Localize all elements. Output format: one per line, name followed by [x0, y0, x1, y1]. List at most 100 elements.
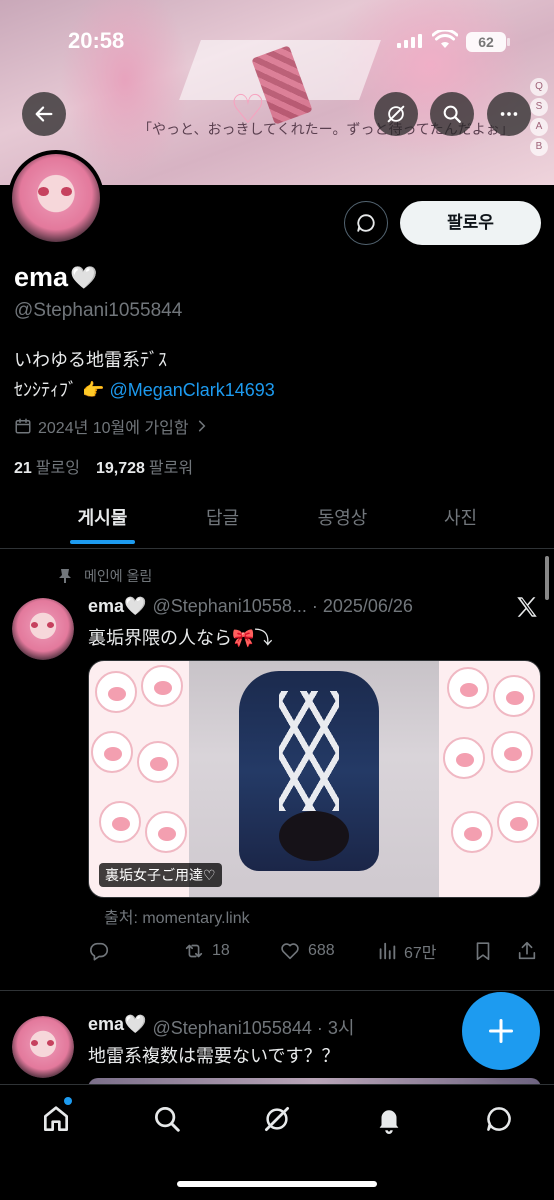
- tweet-actions: 18 688 67만: [88, 936, 544, 966]
- message-icon: [357, 214, 375, 232]
- joined-text: 2024년 10월에 가입함: [38, 420, 189, 437]
- tweet-author-name[interactable]: ema🤍: [88, 1014, 146, 1040]
- tweet-author-name[interactable]: ema🤍: [88, 596, 146, 617]
- wifi-icon: [432, 30, 458, 48]
- banner-side-labels: Q S A B: [530, 78, 548, 156]
- grok-button[interactable]: [374, 92, 418, 136]
- home-notification-dot: [64, 1097, 72, 1105]
- views-count: 67만: [404, 945, 437, 962]
- tweet-header: ema🤍 @Stephani10558... · 2025/06/26: [88, 596, 413, 617]
- avatar-image: [12, 1016, 74, 1078]
- tweet-avatar[interactable]: [12, 1016, 74, 1078]
- search-icon: [443, 105, 461, 123]
- tweet-text: 裏垢界隈の人なら🎀⤵︎: [88, 628, 273, 648]
- profile-handle: @Stephani1055844: [14, 300, 183, 321]
- chevron-right-icon: [198, 420, 206, 432]
- search-button[interactable]: [430, 92, 474, 136]
- retweet-icon: [185, 944, 203, 958]
- avatar-image: [12, 598, 74, 660]
- status-time: 20:58: [68, 28, 125, 53]
- like-button[interactable]: 688: [278, 936, 335, 966]
- bio-line-2: ｾﾝｼﾃｨﾌﾞ 👉 @MeganClark14693: [14, 376, 275, 402]
- message-button[interactable]: [344, 201, 388, 245]
- avatar-image: [12, 154, 100, 242]
- like-count: 688: [308, 942, 335, 959]
- back-button[interactable]: [22, 92, 66, 136]
- nav-search[interactable]: [147, 1099, 187, 1139]
- home-indicator[interactable]: [177, 1181, 377, 1187]
- banner-side-label: A: [530, 118, 548, 136]
- nav-grok[interactable]: [257, 1099, 297, 1139]
- media-source[interactable]: 출처: momentary.link: [104, 904, 250, 928]
- followers-link[interactable]: 19,728 팔로워: [96, 454, 193, 478]
- nav-home[interactable]: [36, 1099, 76, 1139]
- arrow-left-icon: [35, 106, 53, 122]
- battery-indicator: 62: [466, 32, 510, 52]
- retweet-button[interactable]: 18: [182, 936, 230, 966]
- tab-replies[interactable]: 답글: [190, 495, 255, 549]
- following-count: 21: [14, 460, 32, 477]
- views-button[interactable]: 67만: [376, 936, 437, 966]
- pinned-label: 메인에 올림: [58, 566, 152, 586]
- active-tab-indicator: [70, 540, 135, 544]
- plus-icon: [488, 1018, 514, 1044]
- bio-prefix: ｾﾝｼﾃｨﾌﾞ 👉: [14, 380, 105, 400]
- following-link[interactable]: 21 팔로잉: [14, 454, 80, 478]
- cellular-signal-icon: [397, 34, 422, 48]
- name-heart-emoji: 🤍: [70, 264, 98, 290]
- profile-tabs: 게시물 답글 동영상 사진: [0, 495, 554, 549]
- views-icon: [379, 942, 396, 960]
- paw-pattern-right: [439, 661, 539, 897]
- scrollbar-thumb[interactable]: [545, 556, 549, 600]
- display-name: ema 🤍: [14, 262, 97, 293]
- retweet-count: 18: [212, 942, 230, 959]
- bio-mention-link[interactable]: @MeganClark14693: [109, 380, 274, 400]
- status-bar: 20:58 62: [0, 26, 554, 56]
- tweet-handle-time[interactable]: @Stephani10558... · 2025/06/26: [152, 596, 412, 617]
- more-horizontal-icon: [500, 112, 518, 116]
- grok-icon: [387, 105, 405, 123]
- joined-date[interactable]: 2024년 10월에 가입함: [14, 414, 209, 438]
- banner-side-label: Q: [530, 78, 548, 96]
- followers-label: 팔로워: [148, 460, 194, 477]
- bottom-navigation: [0, 1084, 554, 1200]
- reply-icon: [89, 942, 109, 961]
- banner-quote: 「やっと、おっきしてくれたー。ずっと待ってたんだよぉ」: [138, 122, 514, 138]
- compose-button[interactable]: [462, 992, 540, 1070]
- nav-messages[interactable]: [479, 1099, 519, 1139]
- profile-avatar[interactable]: [8, 150, 104, 246]
- bookmark-button[interactable]: [472, 936, 494, 966]
- bookmark-icon: [476, 942, 490, 961]
- tab-photos[interactable]: 사진: [428, 495, 493, 549]
- tweet-avatar[interactable]: [12, 598, 74, 660]
- bell-icon: [379, 1110, 399, 1134]
- pinned-text: 메인에 올림: [84, 568, 153, 584]
- banner-side-label: S: [530, 98, 548, 116]
- tweet-handle-time[interactable]: @Stephani1055844 · 3시: [152, 1014, 354, 1040]
- media-caption: 裏垢女子ご用達♡: [99, 863, 222, 887]
- photo-hair: [279, 811, 349, 861]
- reply-button[interactable]: [88, 936, 110, 966]
- more-button[interactable]: [487, 92, 531, 136]
- banner-side-label: B: [530, 138, 548, 156]
- home-icon: [44, 1106, 68, 1131]
- nav-notifications[interactable]: [369, 1099, 409, 1139]
- bio-line-1: いわゆる地雷系ﾃﾞｽ: [14, 350, 167, 370]
- x-logo-icon: [517, 597, 537, 617]
- share-button[interactable]: [516, 936, 538, 966]
- share-icon: [518, 941, 536, 960]
- display-name-text: ema: [14, 262, 69, 292]
- photo-apron: [279, 691, 339, 811]
- tweet-media[interactable]: 裏垢女子ご用達♡: [88, 660, 541, 898]
- grok-icon: [265, 1107, 289, 1131]
- follow-stats: 21 팔로잉 19,728 팔로워: [14, 454, 193, 478]
- tweet-text: 地雷系複数は需要ないです？？: [88, 1046, 340, 1066]
- pin-icon: [59, 569, 71, 583]
- followers-count: 19,728: [95, 460, 145, 477]
- follow-button[interactable]: 팔로우: [400, 201, 541, 245]
- following-label: 팔로잉: [35, 460, 80, 477]
- calendar-icon: [15, 418, 31, 434]
- message-icon: [487, 1107, 511, 1131]
- tab-videos[interactable]: 동영상: [300, 495, 385, 549]
- tweet-header: ema🤍 @Stephani1055844 · 3시: [88, 1014, 354, 1040]
